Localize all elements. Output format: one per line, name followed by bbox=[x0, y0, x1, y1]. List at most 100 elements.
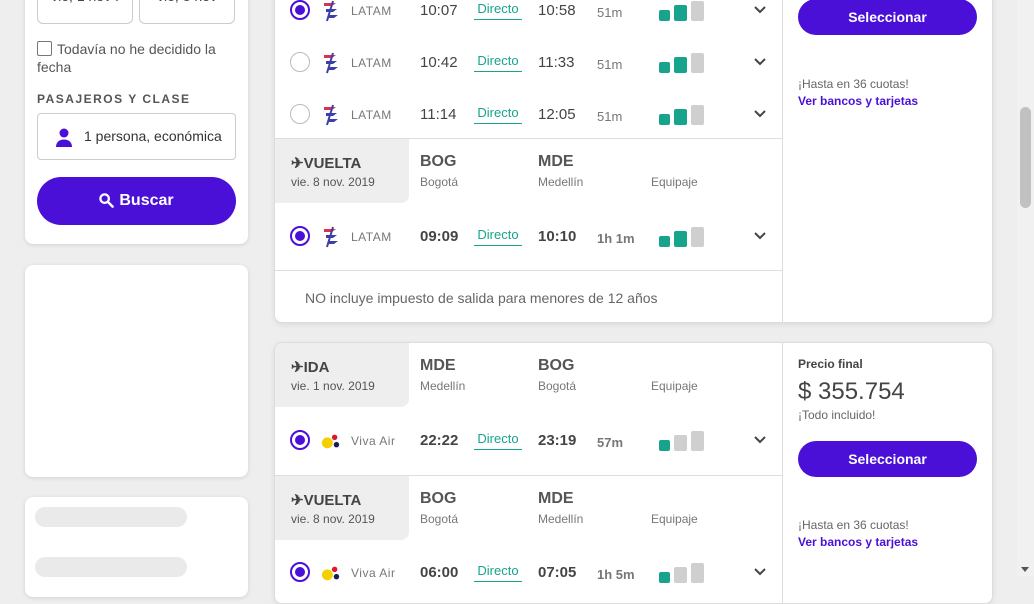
chevron-down-icon[interactable] bbox=[753, 565, 767, 579]
leg-date: vie. 8 nov. 2019 bbox=[291, 175, 375, 189]
airline-name: Viva Air bbox=[351, 434, 396, 448]
checked-bag-icon bbox=[691, 105, 704, 125]
airline-name: Viva Air bbox=[351, 566, 396, 580]
installments-text: ¡Hasta en 36 cuotas! bbox=[798, 518, 909, 532]
destination-code: BOG bbox=[538, 357, 575, 374]
personal-item-icon bbox=[659, 572, 670, 583]
flight-result-card: LATAM 10:07 Directo 10:58 51m LATAM 10:4… bbox=[274, 0, 993, 323]
flight-option-row[interactable]: LATAM 09:09 Directo 10:10 1h 1m bbox=[275, 211, 782, 263]
scrollbar-thumb[interactable] bbox=[1020, 107, 1031, 208]
carry-on-icon bbox=[674, 567, 687, 583]
stops-label: Directo bbox=[474, 105, 522, 124]
leg-header-return: ✈VUELTA vie. 8 nov. 2019 BOG Bogotá MDE … bbox=[275, 475, 782, 540]
carry-on-icon bbox=[674, 5, 687, 21]
destination-city: Medellín bbox=[538, 512, 584, 526]
flight-duration: 51m bbox=[597, 109, 623, 124]
undecided-date-checkbox[interactable] bbox=[37, 41, 52, 56]
flight-result-card: ✈IDA vie. 1 nov. 2019 MDE Medellín BOG B… bbox=[274, 342, 993, 604]
chevron-down-icon[interactable] bbox=[753, 3, 767, 17]
loading-skeleton bbox=[25, 497, 248, 597]
pax-section-label: PASAJEROS Y CLASE bbox=[37, 92, 191, 106]
departure-time: 22:22 bbox=[420, 432, 459, 449]
page-scrollbar[interactable] bbox=[1017, 0, 1034, 576]
stops-label: Directo bbox=[474, 563, 522, 582]
plane-icon: ✈ bbox=[291, 155, 304, 172]
latam-logo-icon bbox=[324, 226, 338, 248]
itinerary-pane: ✈IDA vie. 1 nov. 2019 MDE Medellín BOG B… bbox=[275, 343, 783, 603]
flight-radio[interactable] bbox=[290, 430, 310, 450]
leg-tag: ✈VUELTA vie. 8 nov. 2019 bbox=[275, 139, 409, 203]
undecided-date-label: Todavía no he decidido la fecha bbox=[37, 41, 216, 75]
viva-air-logo-icon bbox=[321, 566, 340, 581]
flight-option-row[interactable]: LATAM 10:07 Directo 10:58 51m bbox=[275, 0, 782, 37]
search-button[interactable]: Buscar bbox=[37, 177, 236, 225]
price-label: Precio final bbox=[798, 357, 863, 371]
equipaje-label: Equipaje bbox=[651, 175, 698, 189]
leg-name: ✈IDA bbox=[291, 359, 330, 376]
departure-time: 06:00 bbox=[420, 564, 459, 581]
chevron-down-icon[interactable] bbox=[753, 229, 767, 243]
undecided-date-option[interactable]: Todavía no he decidido la fecha bbox=[37, 40, 237, 76]
latam-logo-icon bbox=[324, 0, 338, 22]
baggage-icons bbox=[658, 101, 708, 132]
skeleton-line bbox=[35, 507, 187, 527]
carry-on-icon bbox=[674, 435, 687, 451]
scroll-down-arrow-icon[interactable] bbox=[1021, 567, 1029, 572]
leg-header-return: ✈VUELTA vie. 8 nov. 2019 BOG Bogotá MDE … bbox=[275, 138, 782, 203]
departure-time: 11:14 bbox=[420, 106, 457, 123]
chevron-down-icon[interactable] bbox=[753, 55, 767, 69]
chevron-down-icon[interactable] bbox=[753, 433, 767, 447]
banks-cards-link[interactable]: Ver bancos y tarjetas bbox=[798, 535, 918, 549]
arrival-time: 12:05 bbox=[538, 106, 576, 123]
flight-radio[interactable] bbox=[290, 562, 310, 582]
destination-code: MDE bbox=[538, 490, 574, 507]
flight-duration: 1h 5m bbox=[597, 567, 635, 582]
baggage-icons bbox=[658, 49, 708, 80]
select-button[interactable]: Seleccionar bbox=[798, 0, 977, 35]
plane-icon: ✈ bbox=[291, 492, 304, 509]
passengers-class-field[interactable]: 1 persona, económica bbox=[37, 113, 236, 160]
search-button-label: Buscar bbox=[119, 192, 174, 209]
leg-date: vie. 8 nov. 2019 bbox=[291, 512, 375, 526]
personal-item-icon bbox=[659, 440, 670, 451]
flight-option-row[interactable]: Viva Air 06:00 Directo 07:05 1h 5m bbox=[275, 547, 782, 599]
flight-radio[interactable] bbox=[290, 226, 310, 246]
flight-radio[interactable] bbox=[290, 104, 310, 124]
select-button[interactable]: Seleccionar bbox=[798, 441, 977, 477]
airline-name: LATAM bbox=[351, 108, 392, 122]
chevron-down-icon[interactable] bbox=[753, 107, 767, 121]
origin-city: Bogotá bbox=[420, 175, 459, 189]
return-date-field[interactable]: vie, 8 nov bbox=[139, 0, 235, 24]
origin-city: Medellín bbox=[420, 379, 466, 393]
departure-date-field[interactable]: vie, 1 nov . bbox=[37, 0, 133, 24]
origin-code: BOG bbox=[420, 153, 457, 170]
baggage-icons bbox=[658, 427, 708, 458]
carry-on-icon bbox=[674, 57, 687, 73]
leg-name: ✈VUELTA bbox=[291, 155, 362, 172]
flight-radio[interactable] bbox=[290, 0, 310, 20]
stops-label: Directo bbox=[474, 1, 522, 20]
viva-air-logo-icon bbox=[321, 434, 340, 449]
baggage-icons bbox=[658, 223, 708, 254]
flight-radio[interactable] bbox=[290, 52, 310, 72]
search-panel: vie, 1 nov . vie, 8 nov Todavía no he de… bbox=[25, 0, 248, 244]
checked-bag-icon bbox=[691, 431, 704, 451]
latam-logo-icon bbox=[324, 104, 338, 126]
checked-bag-icon bbox=[691, 1, 704, 21]
departure-time: 09:09 bbox=[420, 228, 459, 245]
flight-option-row[interactable]: Viva Air 22:22 Directo 23:19 57m bbox=[275, 415, 782, 467]
flight-duration: 1h 1m bbox=[597, 231, 635, 246]
destination-city: Medellín bbox=[538, 175, 584, 189]
leg-name: ✈VUELTA bbox=[291, 492, 362, 509]
banks-cards-link[interactable]: Ver bancos y tarjetas bbox=[798, 94, 918, 108]
personal-item-icon bbox=[659, 236, 670, 247]
airline-name: LATAM bbox=[351, 230, 392, 244]
equipaje-label: Equipaje bbox=[651, 512, 698, 526]
skeleton-line bbox=[35, 557, 187, 577]
flight-option-row[interactable]: LATAM 11:14 Directo 12:05 51m bbox=[275, 89, 782, 141]
origin-city: Bogotá bbox=[420, 512, 459, 526]
final-price: $ 355.754 bbox=[798, 378, 905, 405]
flight-option-row[interactable]: LATAM 10:42 Directo 11:33 51m bbox=[275, 37, 782, 89]
latam-logo-icon bbox=[324, 52, 338, 74]
destination-code: MDE bbox=[538, 153, 574, 170]
